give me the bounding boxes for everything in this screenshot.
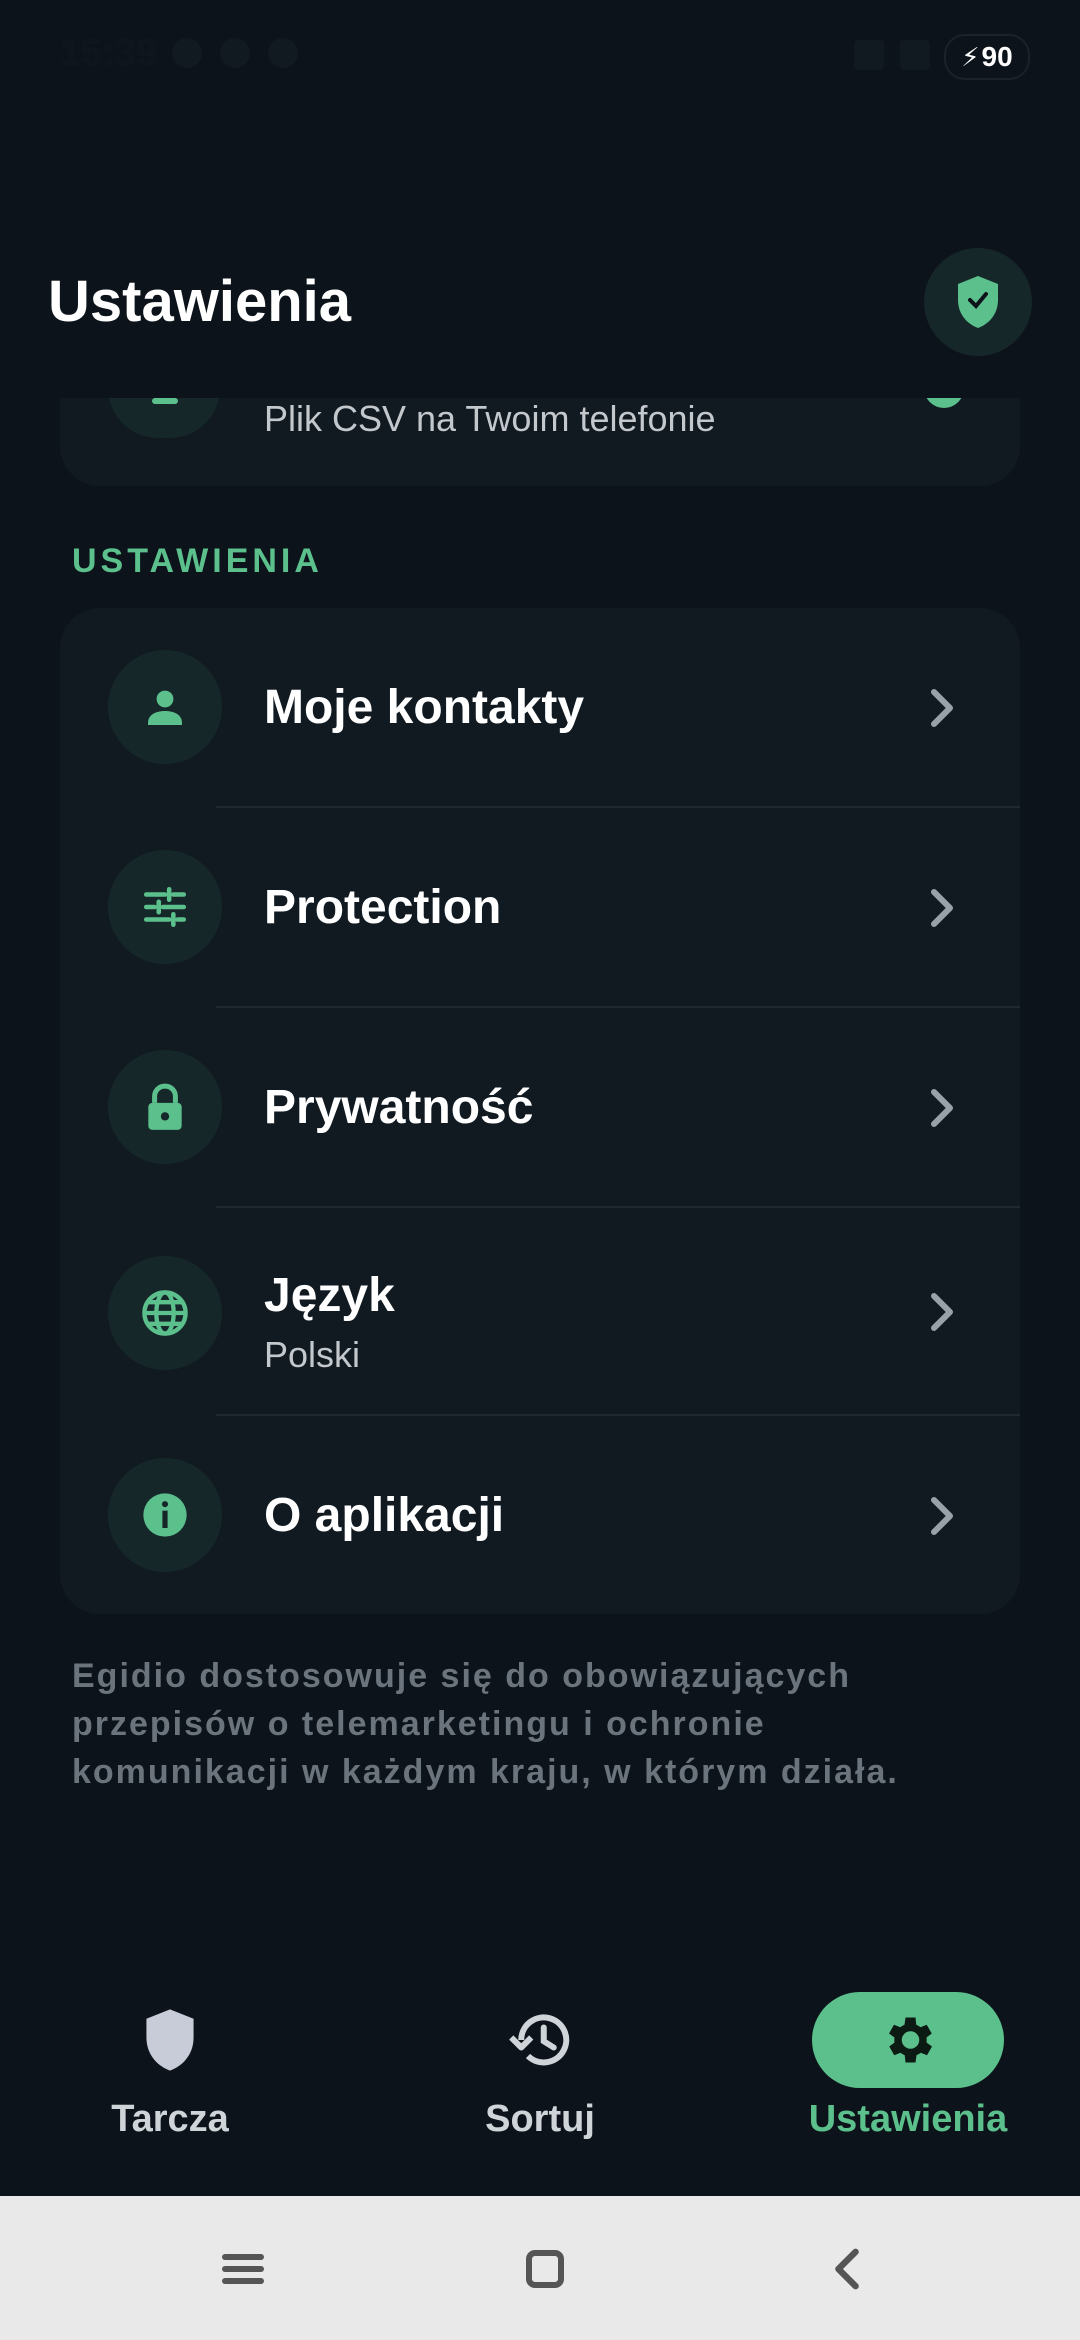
battery-indicator: ⚡ 90 bbox=[944, 34, 1030, 80]
export-subtitle: Plik CSV na Twoim telefonie bbox=[264, 398, 716, 439]
settings-item-language[interactable]: Język Polski bbox=[60, 1208, 1020, 1416]
nav-icon-container bbox=[74, 1992, 266, 2088]
settings-item-about[interactable]: O aplikacji bbox=[60, 1416, 1020, 1614]
battery-level: 90 bbox=[981, 41, 1013, 72]
chevron-right-icon bbox=[931, 1089, 953, 1127]
settings-item-label: Protection bbox=[264, 881, 502, 934]
header: Ustawienia bbox=[0, 248, 1080, 398]
shield-icon bbox=[146, 2009, 194, 2071]
settings-item-label: O aplikacji bbox=[264, 1489, 505, 1542]
settings-list: Moje kontakty Protection Prywatność Języ… bbox=[60, 608, 1020, 1614]
nav-tab-shield[interactable]: Tarcza bbox=[20, 1980, 320, 2150]
bottom-navigation: Tarcza Sortuj Ustawienia bbox=[0, 1980, 1080, 2196]
icon-circle bbox=[108, 650, 222, 764]
chevron-right-icon bbox=[931, 689, 953, 727]
back-chevron-icon bbox=[835, 2248, 859, 2290]
system-navigation-bar bbox=[0, 2196, 1080, 2340]
status-notification-icons bbox=[172, 38, 298, 68]
wifi-icon bbox=[854, 40, 884, 70]
settings-item-contacts[interactable]: Moje kontakty bbox=[60, 608, 1020, 808]
chevron-right-icon bbox=[931, 1293, 953, 1331]
settings-item-value: Polski bbox=[264, 1334, 361, 1375]
shield-check-icon bbox=[958, 276, 998, 328]
settings-item-label: Prywatność bbox=[264, 1081, 534, 1134]
nav-label: Sortuj bbox=[485, 2098, 595, 2140]
notification-icon bbox=[220, 38, 250, 68]
square-icon bbox=[526, 2250, 564, 2288]
protection-status-badge[interactable] bbox=[924, 248, 1032, 356]
export-icon-circle bbox=[108, 398, 220, 438]
chevron-right-icon bbox=[931, 1497, 953, 1535]
settings-item-label: Język bbox=[264, 1269, 395, 1322]
icon-circle bbox=[108, 1458, 222, 1572]
info-icon bbox=[143, 1493, 187, 1537]
status-system-icons bbox=[854, 40, 930, 70]
icon-circle bbox=[108, 1050, 222, 1164]
settings-item-privacy[interactable]: Prywatność bbox=[60, 1008, 1020, 1208]
status-time: 15:39 bbox=[60, 32, 158, 74]
page-title: Ustawienia bbox=[48, 269, 351, 334]
export-icon bbox=[152, 398, 178, 404]
section-label: USTAWIENIA bbox=[72, 542, 323, 580]
export-card[interactable]: Plik CSV na Twoim telefonie bbox=[60, 398, 1020, 486]
settings-item-protection[interactable]: Protection bbox=[60, 808, 1020, 1008]
settings-item-label: Moje kontakty bbox=[264, 681, 585, 734]
gear-icon bbox=[889, 2017, 932, 2063]
lock-icon bbox=[148, 1083, 182, 1130]
toggle-indicator-icon bbox=[924, 398, 964, 408]
nav-label: Tarcza bbox=[111, 2098, 229, 2140]
tune-icon bbox=[143, 887, 187, 927]
home-button[interactable] bbox=[510, 2234, 580, 2304]
chevron-right-icon bbox=[931, 889, 953, 927]
charging-icon: ⚡ bbox=[961, 41, 980, 72]
menu-icon bbox=[222, 2254, 264, 2284]
nav-tab-sort[interactable]: Sortuj bbox=[390, 1980, 690, 2150]
nav-icon-container bbox=[812, 1992, 1004, 2088]
icon-circle bbox=[108, 1256, 222, 1370]
status-bar: 15:39 ⚡ 90 bbox=[0, 0, 1080, 110]
signal-icon bbox=[900, 40, 930, 70]
globe-icon bbox=[142, 1290, 188, 1336]
history-icon bbox=[509, 2014, 570, 2066]
icon-circle bbox=[108, 850, 222, 964]
nav-tab-settings[interactable]: Ustawienia bbox=[758, 1980, 1058, 2150]
notification-icon bbox=[268, 38, 298, 68]
back-button[interactable] bbox=[812, 2234, 882, 2304]
compliance-note: Egidio dostosowuje się do obowiązujących… bbox=[72, 1657, 899, 1791]
nav-label: Ustawienia bbox=[808, 2098, 1008, 2140]
person-icon bbox=[148, 690, 182, 725]
notification-icon bbox=[172, 38, 202, 68]
recent-apps-button[interactable] bbox=[208, 2234, 278, 2304]
nav-icon-container bbox=[444, 1992, 636, 2088]
